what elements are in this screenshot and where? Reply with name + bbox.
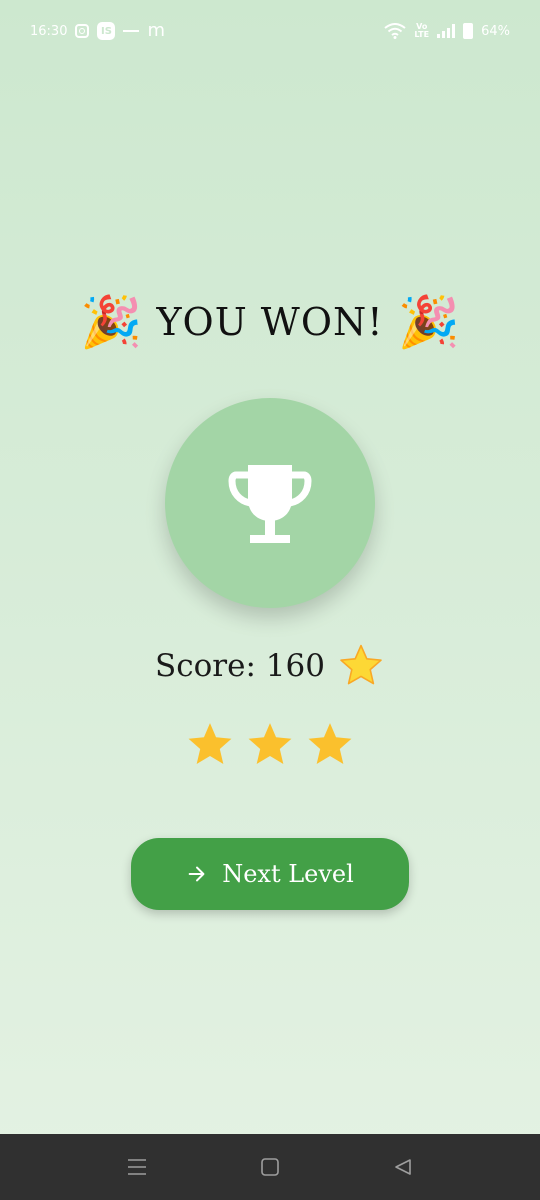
is-app-icon: IS [97, 22, 116, 40]
rating-stars [0, 720, 540, 770]
status-time: 16:30 [30, 23, 68, 39]
volte-icon: Vo LTE [414, 23, 429, 39]
battery-icon [463, 23, 474, 39]
instagram-icon [75, 24, 90, 38]
system-nav-bar [0, 1134, 540, 1200]
star-filled-icon [308, 723, 352, 764]
m-app-icon: m [147, 20, 166, 41]
status-bar: 16:30 IS m Vo LTE 64% [0, 0, 540, 62]
arrow-right-icon [188, 866, 205, 882]
wifi-icon [384, 23, 407, 39]
score-text: Score: 160 [155, 648, 325, 684]
next-level-label: Next Level [222, 860, 354, 888]
home-icon[interactable] [258, 1155, 282, 1179]
trophy-badge [165, 398, 375, 608]
back-icon[interactable] [391, 1155, 415, 1179]
signal-icon [437, 24, 456, 38]
battery-percent: 64% [481, 23, 510, 39]
star-filled-icon [248, 723, 292, 764]
dash-icon [123, 30, 140, 32]
result-title-row: 🎉 YOU WON! 🎉 [0, 292, 540, 352]
score-row: Score: 160 [0, 642, 540, 690]
result-title: YOU WON! [156, 300, 384, 344]
party-popper-left-icon: 🎉 [80, 293, 143, 351]
status-left: 16:30 IS m [30, 21, 165, 41]
star-icon [340, 644, 382, 685]
volte-bottom: LTE [414, 30, 430, 39]
party-popper-right-icon: 🎉 [397, 293, 460, 351]
next-level-button[interactable]: Next Level [131, 838, 409, 910]
menu-icon[interactable] [125, 1155, 149, 1179]
star-filled-icon [188, 723, 232, 764]
status-right: Vo LTE 64% [384, 21, 510, 41]
trophy-icon [228, 465, 312, 543]
